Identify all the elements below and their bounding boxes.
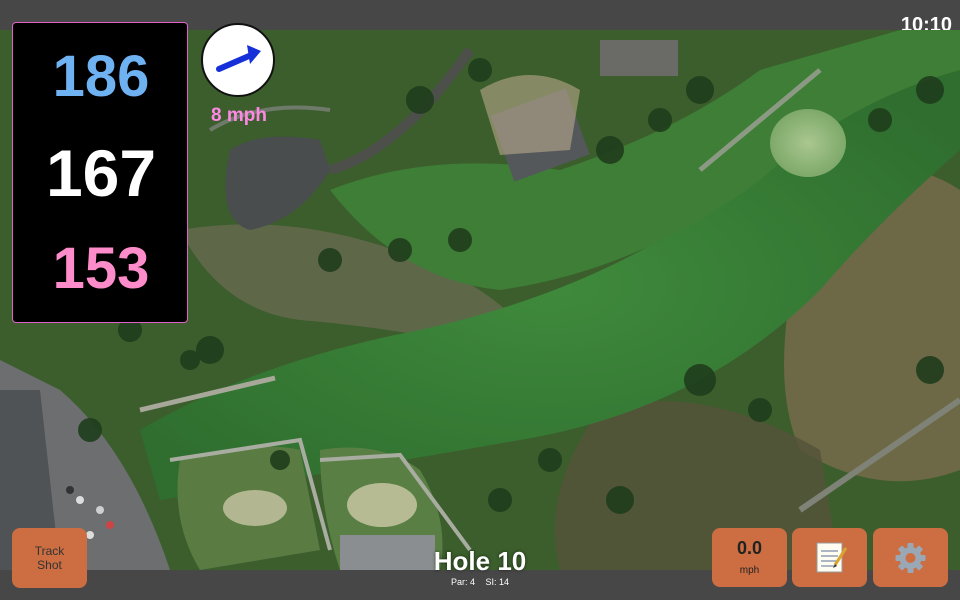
track-shot-button[interactable]: Track Shot — [12, 528, 87, 588]
back-distance: 186 — [52, 44, 150, 109]
speed-button[interactable]: 0.0 mph — [712, 528, 787, 587]
gear-icon — [895, 543, 926, 573]
speed-unit: mph — [739, 565, 760, 576]
distance-panel: 186 167 153 — [12, 22, 188, 323]
par-label: Par: 4 — [450, 577, 475, 587]
notepad-icon — [816, 542, 848, 573]
arrow-up-right-icon — [216, 45, 261, 72]
middle-distance: 167 — [45, 136, 157, 210]
speed-value: 0.0 — [736, 538, 763, 558]
track-shot-label-line1: Track — [34, 544, 65, 558]
stroke-index-label: SI: 14 — [485, 577, 510, 587]
notes-button[interactable] — [792, 528, 867, 587]
front-distance: 153 — [52, 236, 150, 301]
wind-speed: 8 mph — [211, 105, 267, 126]
settings-button[interactable] — [873, 528, 948, 587]
track-shot-label-line2: Shot — [37, 558, 62, 572]
hole-meta: Par: 4 SI: 14 — [380, 577, 580, 587]
wind-direction-dial — [201, 23, 275, 97]
hole-title: Hole 10 — [433, 546, 527, 576]
